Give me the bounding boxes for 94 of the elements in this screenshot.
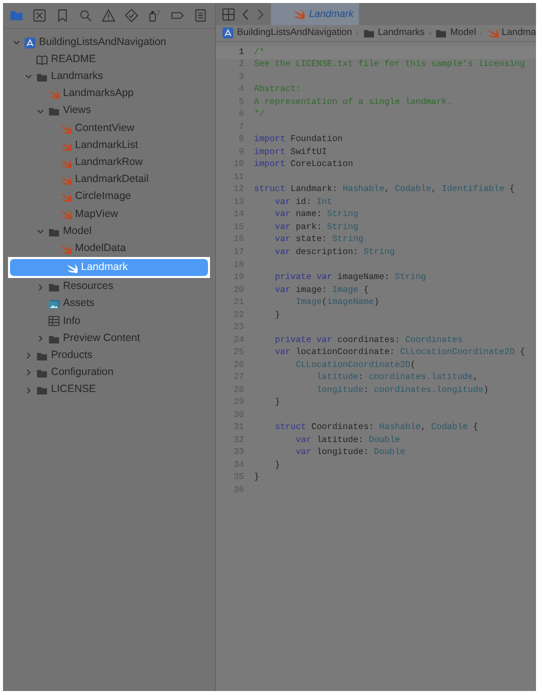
tree-item[interactable]: Preview Content [63, 330, 140, 346]
chevron-right-icon[interactable] [36, 282, 45, 292]
folder-icon [362, 27, 375, 39]
document-icon[interactable] [193, 8, 208, 23]
grid-icon[interactable] [222, 8, 235, 20]
swift-icon [293, 8, 305, 20]
tree-item[interactable]: MapView [75, 206, 118, 222]
chevron-down-icon[interactable] [36, 227, 45, 236]
tree-item[interactable]: Landmark [10, 259, 208, 276]
swift-icon [60, 174, 72, 186]
forward-icon[interactable] [256, 8, 265, 20]
code-line: struct Coordinates: Hashable, Codable { [274, 421, 478, 434]
spray-icon[interactable] [147, 8, 162, 23]
tree-item[interactable]: Resources [63, 279, 114, 295]
code-line: var description: String [274, 246, 395, 259]
folder-icon [36, 384, 48, 396]
code-line: } [274, 458, 280, 472]
tree-item[interactable]: ContentView [75, 120, 134, 136]
swift-icon [60, 242, 72, 255]
code-line: import CoreLocation [254, 158, 354, 172]
breadcrumb-item[interactable]: Landmarks [378, 26, 425, 40]
code-line: A representation of a single landmark. [254, 96, 452, 109]
tree-item[interactable]: Model [63, 224, 92, 240]
code-line: var locationCoordinate: CLLocationCoordinate2D { [274, 346, 526, 360]
book-icon [36, 54, 48, 66]
folder-icon [435, 27, 448, 39]
folder-icon [48, 281, 60, 294]
swift-icon [60, 191, 72, 204]
tree-item[interactable]: LandmarksApp [63, 86, 134, 102]
breadcrumb-item[interactable]: BuildingListsAndNavigation [237, 26, 352, 40]
tree-item[interactable]: CircleImage [75, 189, 132, 206]
swift-icon [486, 27, 499, 39]
tree-item[interactable]: LICENSE [51, 382, 96, 398]
swift-icon [60, 122, 72, 135]
tree-item[interactable]: Views [63, 103, 91, 120]
diamond-icon[interactable] [124, 8, 139, 23]
editor-tab[interactable]: Landmark [271, 3, 359, 25]
line-number: 1 [238, 46, 245, 59]
tree-item[interactable]: LandmarkRow [75, 155, 143, 171]
folder-icon [48, 105, 60, 118]
code-line: var state: String [274, 233, 364, 246]
tree-item[interactable]: ModelData [75, 240, 126, 257]
chevron-right-icon[interactable] [24, 386, 33, 395]
chevron-right-icon[interactable] [24, 368, 33, 378]
search-icon[interactable] [78, 8, 93, 23]
tree-item[interactable]: Info [63, 314, 81, 330]
tree-item[interactable]: README [51, 52, 96, 68]
chevron-down-icon[interactable] [12, 38, 21, 48]
tree-item[interactable]: Assets [63, 296, 95, 312]
code-line: latitude: coordinates.latitude, [316, 371, 478, 384]
code-line: longitude: coordinates.longitude) [316, 384, 489, 397]
x-square-icon[interactable] [32, 8, 47, 23]
tree-item[interactable]: Landmarks [51, 69, 103, 85]
code-line: struct Landmark: Hashable, Codable, Identifiable { [254, 183, 515, 196]
image-stack-icon [48, 298, 60, 310]
code-line: var park: String [274, 220, 358, 234]
code-line: } [274, 396, 280, 410]
code-line: /* [254, 46, 264, 59]
breadcrumb-item[interactable]: Model [450, 26, 476, 40]
code-line: CLLocationCoordinate2D( [294, 358, 416, 372]
tree-item[interactable]: LandmarkDetail [75, 172, 149, 188]
code-line: See the LICENSE.txt file for this sample's licensing [254, 58, 526, 72]
tree-item[interactable]: BuildingListsAndNavigation [39, 34, 166, 50]
chevron-right-icon[interactable] [36, 334, 45, 344]
code-line: */ [254, 108, 264, 122]
tree-item[interactable]: Configuration [51, 365, 114, 381]
code-line: private var imageName: String [274, 271, 426, 284]
swift-icon [66, 262, 78, 274]
swift-icon [48, 88, 60, 100]
breadcrumb-item[interactable]: Landma [502, 26, 536, 40]
code-line: } [254, 471, 260, 484]
code-line: } [274, 308, 280, 322]
code-line: import SwiftUI [254, 146, 327, 159]
code-line: Image(imageName) [294, 296, 380, 310]
swift-icon [60, 208, 72, 220]
code-line: Abstract: [254, 83, 301, 96]
project-icon [222, 27, 234, 39]
tree-item[interactable]: LandmarkList [75, 138, 138, 154]
project-icon [24, 36, 36, 49]
swift-icon [60, 140, 72, 152]
code-line: var latitude: Double [294, 434, 400, 447]
chevron-right-icon[interactable] [24, 351, 33, 360]
warning-icon[interactable] [101, 8, 116, 23]
chevron-down-icon[interactable] [24, 72, 33, 82]
code-line: var longitude: Double [294, 446, 406, 460]
code-line: var image: Image { [274, 284, 369, 297]
tree-item[interactable]: Products [51, 348, 92, 364]
swift-icon [60, 156, 72, 169]
code-line: var id: Int [274, 196, 332, 209]
table-icon [48, 315, 60, 328]
code-line: var name: String [274, 208, 358, 222]
code-line: private var coordinates: Coordinates [274, 334, 463, 347]
code-line: import Foundation [254, 133, 343, 146]
back-icon[interactable] [241, 8, 250, 20]
